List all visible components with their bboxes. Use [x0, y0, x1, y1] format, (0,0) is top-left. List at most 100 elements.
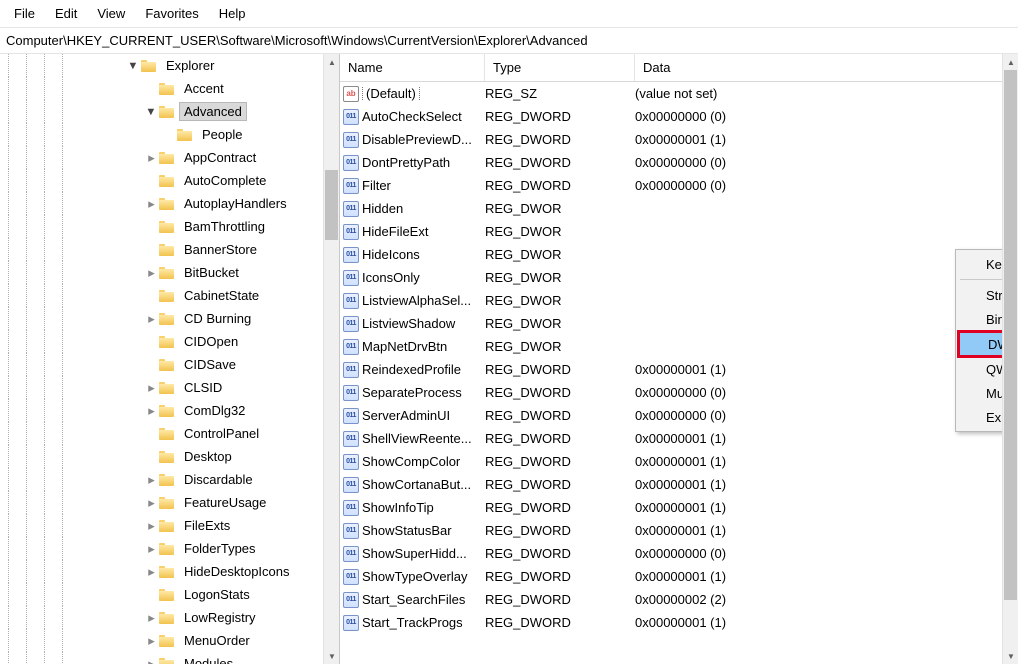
value-row[interactable]: 011HideFileExtREG_DWOR: [340, 220, 1018, 243]
tree-item[interactable]: ▸MenuOrder: [0, 629, 339, 652]
tree-item[interactable]: CIDOpen: [0, 330, 339, 353]
column-name[interactable]: Name: [340, 54, 485, 81]
value-row[interactable]: 011ShowTypeOverlayREG_DWORD0x00000001 (1…: [340, 565, 1018, 588]
values-scrollbar[interactable]: ▲ ▼: [1002, 54, 1018, 664]
tree-item[interactable]: People: [0, 123, 339, 146]
tree-toggle-icon[interactable]: ▸: [144, 633, 159, 649]
value-row[interactable]: 011ShowCompColorREG_DWORD0x00000001 (1): [340, 450, 1018, 473]
value-row[interactable]: ab(Default)REG_SZ(value not set): [340, 82, 1018, 105]
tree-toggle-icon[interactable]: ▸: [144, 472, 159, 488]
tree-item[interactable]: Accent: [0, 77, 339, 100]
menu-file[interactable]: File: [6, 4, 43, 23]
scrollbar-thumb[interactable]: [325, 170, 338, 240]
scroll-up-icon[interactable]: ▲: [1003, 54, 1018, 70]
value-data: 0x00000000 (0): [635, 109, 1018, 124]
tree-item[interactable]: ControlPanel: [0, 422, 339, 445]
tree-item[interactable]: ▸CLSID: [0, 376, 339, 399]
column-type[interactable]: Type: [485, 54, 635, 81]
tree-item[interactable]: AutoComplete: [0, 169, 339, 192]
value-row[interactable]: 011HideIconsREG_DWOR: [340, 243, 1018, 266]
tree-toggle-icon[interactable]: [162, 129, 177, 140]
tree-toggle-icon[interactable]: ▸: [144, 656, 159, 664]
value-row[interactable]: 011DontPrettyPathREG_DWORD0x00000000 (0): [340, 151, 1018, 174]
tree-toggle-icon[interactable]: [144, 451, 159, 462]
value-row[interactable]: 011FilterREG_DWORD0x00000000 (0): [340, 174, 1018, 197]
tree-item[interactable]: CabinetState: [0, 284, 339, 307]
value-row[interactable]: 011ShowInfoTipREG_DWORD0x00000001 (1): [340, 496, 1018, 519]
menu-view[interactable]: View: [89, 4, 133, 23]
tree-item[interactable]: ▸FeatureUsage: [0, 491, 339, 514]
tree-toggle-icon[interactable]: ▸: [144, 541, 159, 557]
value-name: DontPrettyPath: [362, 155, 485, 170]
tree-item[interactable]: ▸BitBucket: [0, 261, 339, 284]
tree-toggle-icon[interactable]: [144, 221, 159, 232]
tree-item[interactable]: ▸HideDesktopIcons: [0, 560, 339, 583]
value-pane: Name Type Data ab(Default)REG_SZ(value n…: [340, 54, 1018, 664]
tree-toggle-icon[interactable]: ▸: [144, 380, 159, 396]
menu-bar: File Edit View Favorites Help: [0, 0, 1018, 28]
tree-item[interactable]: Desktop: [0, 445, 339, 468]
tree-item[interactable]: CIDSave: [0, 353, 339, 376]
value-name: Filter: [362, 178, 485, 193]
tree-toggle-icon[interactable]: [144, 589, 159, 600]
tree-toggle-icon[interactable]: [144, 290, 159, 301]
value-row[interactable]: 011ShellViewReente...REG_DWORD0x00000001…: [340, 427, 1018, 450]
tree-item[interactable]: ▸Advanced: [0, 100, 339, 123]
tree-toggle-icon[interactable]: [144, 336, 159, 347]
tree-item[interactable]: ▸FolderTypes: [0, 537, 339, 560]
value-row[interactable]: 011ListviewAlphaSel...REG_DWOR: [340, 289, 1018, 312]
tree-toggle-icon[interactable]: ▸: [144, 495, 159, 511]
tree-item[interactable]: ▸FileExts: [0, 514, 339, 537]
tree-toggle-icon[interactable]: ▸: [144, 610, 159, 626]
value-row[interactable]: 011Start_TrackProgsREG_DWORD0x00000001 (…: [340, 611, 1018, 634]
tree-toggle-icon[interactable]: [144, 83, 159, 94]
value-row[interactable]: 011ShowCortanaBut...REG_DWORD0x00000001 …: [340, 473, 1018, 496]
tree-toggle-icon[interactable]: [144, 428, 159, 439]
tree-item[interactable]: ▸Modules: [0, 652, 339, 664]
menu-edit[interactable]: Edit: [47, 4, 85, 23]
tree-item[interactable]: ▸Discardable: [0, 468, 339, 491]
scroll-down-icon[interactable]: ▼: [1003, 648, 1018, 664]
value-row[interactable]: 011ReindexedProfileREG_DWORD0x00000001 (…: [340, 358, 1018, 381]
value-row[interactable]: 011SeparateProcessREG_DWORD0x00000000 (0…: [340, 381, 1018, 404]
value-row[interactable]: 011ListviewShadowREG_DWOR: [340, 312, 1018, 335]
tree-toggle-icon[interactable]: [144, 244, 159, 255]
tree-toggle-icon[interactable]: ▸: [144, 564, 159, 580]
tree-item[interactable]: ▸LowRegistry: [0, 606, 339, 629]
value-row[interactable]: 011MapNetDrvBtnREG_DWOR: [340, 335, 1018, 358]
tree-item[interactable]: ▸CD Burning: [0, 307, 339, 330]
tree-toggle-icon[interactable]: [144, 175, 159, 186]
tree-item[interactable]: ▸Explorer: [0, 54, 339, 77]
tree-item[interactable]: ▸AppContract: [0, 146, 339, 169]
tree-toggle-icon[interactable]: ▸: [144, 311, 159, 327]
value-row[interactable]: 011DisablePreviewD...REG_DWORD0x00000001…: [340, 128, 1018, 151]
tree-toggle-icon[interactable]: ▸: [144, 150, 159, 166]
value-row[interactable]: 011ShowSuperHidd...REG_DWORD0x00000000 (…: [340, 542, 1018, 565]
value-row[interactable]: 011ShowStatusBarREG_DWORD0x00000001 (1): [340, 519, 1018, 542]
tree-toggle-icon[interactable]: ▸: [144, 265, 159, 281]
value-row[interactable]: 011ServerAdminUIREG_DWORD0x00000000 (0): [340, 404, 1018, 427]
tree-toggle-icon[interactable]: ▸: [126, 58, 141, 74]
scroll-up-icon[interactable]: ▲: [324, 54, 340, 70]
scroll-down-icon[interactable]: ▼: [324, 648, 340, 664]
value-row[interactable]: 011AutoCheckSelectREG_DWORD0x00000000 (0…: [340, 105, 1018, 128]
tree-item[interactable]: ▸ComDlg32: [0, 399, 339, 422]
value-row[interactable]: 011HiddenREG_DWOR: [340, 197, 1018, 220]
column-data[interactable]: Data: [635, 54, 1018, 81]
tree-toggle-icon[interactable]: ▸: [144, 104, 159, 120]
value-row[interactable]: 011Start_SearchFilesREG_DWORD0x00000002 …: [340, 588, 1018, 611]
tree-toggle-icon[interactable]: ▸: [144, 196, 159, 212]
tree-item[interactable]: ▸AutoplayHandlers: [0, 192, 339, 215]
tree-item[interactable]: LogonStats: [0, 583, 339, 606]
tree-toggle-icon[interactable]: ▸: [144, 403, 159, 419]
value-row[interactable]: 011IconsOnlyREG_DWOR: [340, 266, 1018, 289]
tree-toggle-icon[interactable]: [144, 359, 159, 370]
tree-toggle-icon[interactable]: ▸: [144, 518, 159, 534]
tree-item[interactable]: BamThrottling: [0, 215, 339, 238]
tree-scrollbar[interactable]: ▲ ▼: [323, 54, 339, 664]
menu-favorites[interactable]: Favorites: [137, 4, 206, 23]
tree-item[interactable]: BannerStore: [0, 238, 339, 261]
address-bar[interactable]: Computer\HKEY_CURRENT_USER\Software\Micr…: [0, 28, 1018, 54]
menu-help[interactable]: Help: [211, 4, 254, 23]
scrollbar-thumb[interactable]: [1004, 70, 1017, 600]
